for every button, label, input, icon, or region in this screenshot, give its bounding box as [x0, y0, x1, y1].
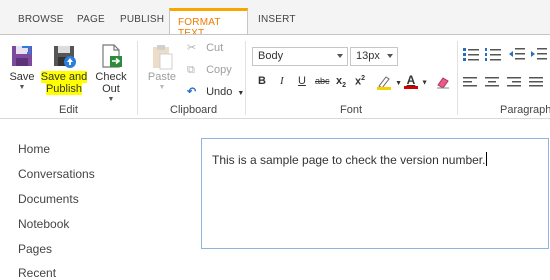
clear-format-button[interactable] — [436, 75, 450, 92]
italic-button[interactable]: I — [280, 75, 284, 87]
save-publish-icon — [51, 43, 77, 69]
increase-indent-button[interactable] — [530, 47, 548, 61]
paragraph-group-label: Paragraph — [500, 104, 550, 116]
undo-button[interactable]: ↶ Undo ▼ — [187, 85, 244, 98]
highlighter-icon — [376, 74, 392, 90]
chevron-down-icon: ▼ — [395, 79, 402, 87]
subscript-2: 2 — [342, 82, 347, 90]
highlight-color-button[interactable]: ▼ — [376, 74, 402, 90]
nav-item-pages[interactable]: Pages — [18, 242, 52, 256]
ribbon-tabs: BROWSE PAGE PUBLISH FORMAT TEXT INSERT — [0, 0, 550, 39]
tab-browse[interactable]: BROWSE — [18, 14, 64, 25]
align-center-icon — [484, 76, 500, 88]
tab-page[interactable]: PAGE — [77, 14, 105, 25]
nav-item-notebook[interactable]: Notebook — [18, 217, 69, 231]
copy-label: Copy — [206, 64, 232, 76]
superscript-2: 2 — [361, 75, 366, 82]
justify-button[interactable] — [528, 76, 544, 88]
copy-button[interactable]: ⧉ Copy — [187, 64, 232, 77]
align-right-icon — [506, 76, 522, 88]
copy-icon: ⧉ — [187, 64, 195, 76]
tab-format-text[interactable]: FORMAT TEXT — [169, 8, 248, 39]
chevron-down-icon: ▼ — [158, 84, 166, 91]
font-color-icon: A — [404, 74, 418, 89]
strikethrough-button[interactable]: abc — [315, 76, 330, 86]
group-divider — [137, 41, 138, 115]
save-publish-label-2: Publish — [45, 83, 83, 95]
bold-button[interactable]: B — [258, 75, 266, 87]
cut-button[interactable]: ✂ Cut — [187, 41, 223, 54]
save-publish-label-1: Save and — [40, 71, 88, 83]
text-cursor — [486, 152, 488, 166]
editor-text: This is a sample page to check the versi… — [212, 153, 486, 167]
bullet-list-button[interactable] — [462, 47, 480, 61]
font-style-select[interactable]: Body — [252, 47, 348, 66]
font-color-button[interactable]: A ▼ — [404, 74, 428, 89]
align-left-button[interactable] — [462, 76, 478, 88]
chevron-down-icon — [387, 54, 393, 58]
nav-item-conversations[interactable]: Conversations — [18, 167, 95, 181]
increase-indent-icon — [530, 47, 548, 61]
save-icon — [9, 43, 35, 69]
font-style-value: Body — [258, 50, 284, 62]
edit-group-label: Edit — [59, 104, 78, 116]
check-out-button[interactable]: Check Out ▼ — [88, 43, 134, 103]
undo-label: Undo — [206, 86, 233, 98]
scissors-icon: ✂ — [187, 42, 197, 54]
save-button[interactable]: Save ▼ — [6, 43, 38, 91]
decrease-indent-icon — [508, 47, 526, 61]
underline-button[interactable]: U — [298, 75, 306, 87]
font-size-select[interactable]: 13px — [350, 47, 398, 66]
nav-item-documents[interactable]: Documents — [18, 192, 79, 206]
superscript-button[interactable]: x2 — [355, 75, 365, 88]
decrease-indent-button[interactable] — [508, 47, 526, 61]
group-divider — [457, 41, 458, 115]
tab-publish[interactable]: PUBLISH — [120, 14, 164, 25]
undo-icon: ↶ — [187, 86, 197, 98]
save-and-publish-button[interactable]: Save and Publish — [40, 43, 88, 95]
chevron-down-icon: ▼ — [18, 84, 26, 91]
numbered-list-icon — [484, 47, 502, 61]
clipboard-group-label: Clipboard — [170, 104, 218, 116]
bullet-list-icon — [462, 47, 480, 61]
chevron-down-icon: ▼ — [107, 96, 115, 103]
check-out-label: Check Out — [95, 71, 127, 95]
font-size-value: 13px — [356, 50, 380, 62]
nav-item-recent[interactable]: Recent — [18, 266, 56, 280]
subscript-button[interactable]: x2 — [336, 75, 346, 89]
chevron-down-icon: ▼ — [421, 79, 428, 87]
cut-label: Cut — [206, 42, 224, 54]
editor-content[interactable]: This is a sample page to check the versi… — [212, 152, 488, 167]
justify-icon — [528, 76, 544, 88]
align-center-button[interactable] — [484, 76, 500, 88]
group-divider — [245, 41, 246, 115]
nav-item-home[interactable]: Home — [18, 142, 50, 156]
align-right-button[interactable] — [506, 76, 522, 88]
ribbon: Save ▼ Save and Publish Check Out ▼ Edit… — [0, 35, 550, 119]
align-left-icon — [462, 76, 478, 88]
paste-label: Paste — [147, 71, 177, 83]
tab-insert[interactable]: INSERT — [258, 14, 296, 25]
font-group-label: Font — [340, 104, 363, 116]
paste-button[interactable]: Paste ▼ — [145, 43, 179, 91]
chevron-down-icon: ▼ — [237, 90, 245, 97]
chevron-down-icon — [337, 54, 343, 58]
rich-text-editor[interactable]: This is a sample page to check the versi… — [201, 138, 549, 249]
save-label: Save — [9, 71, 35, 83]
check-out-icon — [98, 43, 124, 69]
numbered-list-button[interactable] — [484, 47, 502, 61]
eraser-icon — [436, 75, 450, 89]
paste-icon — [150, 43, 174, 71]
